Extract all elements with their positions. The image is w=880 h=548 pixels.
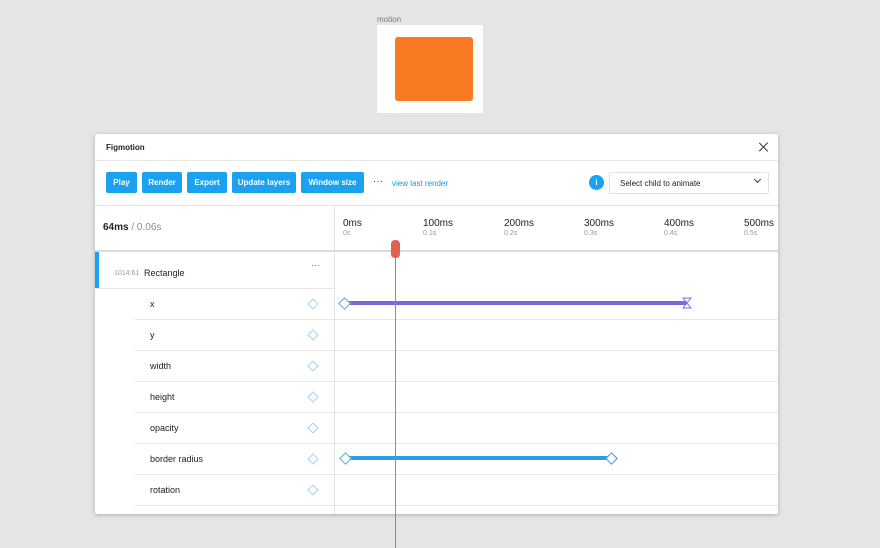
tick-s: 0.3s [584, 230, 598, 237]
tick-s: 0.4s [664, 230, 678, 237]
ruler-divider [334, 206, 335, 252]
layer-id: 1014:61 [114, 270, 140, 277]
time-readout: 64ms / 0.06s [103, 222, 161, 233]
track-width[interactable] [335, 351, 778, 382]
keyframe-start-icon[interactable] [338, 297, 351, 310]
layer-name: Rectangle [144, 268, 185, 278]
tick-s: 0.5s [744, 230, 758, 237]
ruler-tick: 300ms 0.3s [584, 218, 614, 237]
close-icon[interactable] [758, 141, 770, 153]
tick-ms: 500ms [744, 218, 775, 229]
panel-titlebar: Figmotion [95, 134, 778, 161]
view-last-render-link[interactable]: view last render [392, 179, 448, 188]
current-time: 64ms [103, 222, 129, 233]
ruler-tick: 0ms 0s [343, 218, 362, 237]
update-layers-button[interactable]: Update layers [232, 172, 296, 193]
add-keyframe-icon[interactable] [307, 422, 319, 434]
track-y[interactable] [335, 320, 778, 351]
tracks-area: 1014:61 Rectangle ··· x y width height o… [95, 252, 778, 514]
track-rotation[interactable] [335, 475, 778, 506]
track-border-radius[interactable] [335, 444, 778, 475]
property-name: opacity [150, 423, 179, 433]
ruler-tick: 200ms 0.2s [504, 218, 534, 237]
panel-title: Figmotion [106, 143, 145, 152]
child-select-value: Select child to animate [620, 179, 701, 188]
tick-ms: 100ms [423, 218, 454, 229]
motion-frame[interactable] [377, 25, 483, 113]
track-opacity[interactable] [335, 413, 778, 444]
tick-s: 0s [343, 230, 351, 237]
property-row-y[interactable]: y [135, 320, 334, 351]
keyframe-start-icon[interactable] [339, 452, 352, 465]
keyframe-end-icon[interactable] [682, 297, 692, 309]
orange-rectangle[interactable] [395, 37, 473, 101]
property-name: x [150, 299, 155, 309]
figmotion-panel: Figmotion Play Render Export Update laye… [95, 134, 778, 548]
playhead-handle[interactable] [391, 240, 400, 258]
property-row-x[interactable]: x [135, 289, 334, 320]
time-separator: / [128, 222, 137, 233]
property-row-width[interactable]: width [135, 351, 334, 382]
property-row-opacity[interactable]: opacity [135, 413, 334, 444]
total-duration: 0.06s [136, 222, 162, 233]
add-keyframe-icon[interactable] [307, 298, 319, 310]
keyframe-end-icon[interactable] [605, 452, 618, 465]
property-name: height [150, 392, 175, 402]
more-options-icon[interactable]: ··· [373, 176, 384, 186]
add-keyframe-icon[interactable] [307, 360, 319, 372]
add-keyframe-icon[interactable] [307, 484, 319, 496]
tick-s: 0.2s [504, 230, 518, 237]
export-button[interactable]: Export [187, 172, 227, 193]
tick-ms: 300ms [584, 218, 615, 229]
playhead-line [395, 248, 396, 548]
border-radius-animation-bar[interactable] [345, 456, 611, 460]
track-height[interactable] [335, 382, 778, 413]
property-row-border-radius[interactable]: border radius [135, 444, 334, 475]
x-animation-bar[interactable] [345, 301, 687, 305]
add-keyframe-icon[interactable] [307, 453, 319, 465]
layer-selected-indicator [95, 252, 99, 288]
child-select[interactable]: Select child to animate [609, 172, 769, 194]
ruler-tick: 400ms 0.4s [664, 218, 694, 237]
add-keyframe-icon[interactable] [307, 329, 319, 341]
toolbar: Play Render Export Update layers Window … [95, 161, 778, 206]
render-button[interactable]: Render [142, 172, 182, 193]
tick-s: 0.1s [423, 230, 437, 237]
property-row-rotation[interactable]: rotation [135, 475, 334, 506]
layer-more-icon[interactable]: ··· [311, 261, 321, 270]
window-size-button[interactable]: Window size [301, 172, 364, 193]
property-name: y [150, 330, 155, 340]
tick-ms: 200ms [504, 218, 535, 229]
layer-row[interactable]: 1014:61 Rectangle ··· [95, 252, 334, 289]
tick-ms: 400ms [664, 218, 695, 229]
tick-ms: 0ms [343, 218, 362, 229]
play-button[interactable]: Play [106, 172, 137, 193]
property-row-height[interactable]: height [135, 382, 334, 413]
frame-label: motion [377, 15, 402, 24]
property-name: width [150, 361, 172, 371]
track-x[interactable] [335, 289, 778, 320]
property-name: border radius [150, 454, 204, 464]
timeline-header: 64ms / 0.06s 0ms 0s 100ms 0.1s 200ms 0.2… [95, 206, 778, 252]
add-keyframe-icon[interactable] [307, 391, 319, 403]
property-name: rotation [150, 485, 181, 495]
chevron-down-icon [753, 175, 762, 184]
ruler-tick: 500ms 0.5s [744, 218, 774, 237]
ruler-tick: 100ms 0.1s [423, 218, 453, 237]
info-icon[interactable]: i [589, 175, 604, 190]
